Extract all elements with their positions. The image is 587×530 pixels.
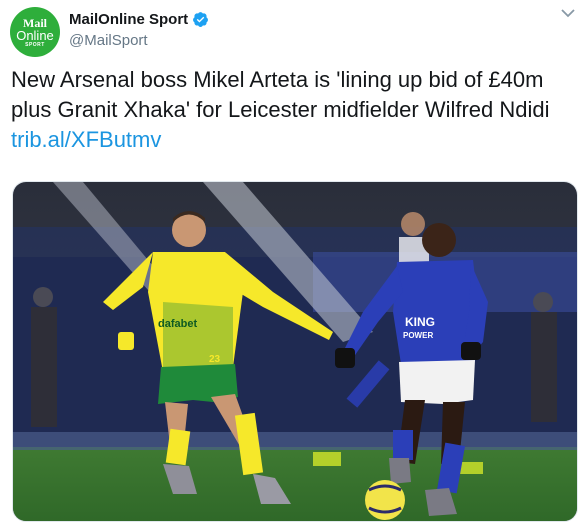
- pitch: [13, 447, 577, 521]
- avatar-text-sport: SPORT: [25, 41, 45, 48]
- caret-down-icon[interactable]: [561, 8, 575, 18]
- tweet-photo[interactable]: dafabet 23 KING POWER: [12, 181, 578, 522]
- handle[interactable]: @MailSport: [69, 32, 209, 49]
- norwich-shirt-number: 23: [209, 354, 221, 365]
- norwich-sponsor-text: dafabet: [158, 318, 197, 330]
- football: [365, 480, 405, 520]
- tweet-body: New Arsenal boss Mikel Arteta is 'lining…: [11, 67, 550, 122]
- leicester-sponsor-line2: POWER: [403, 331, 433, 340]
- display-name-row: MailOnline Sport: [69, 9, 209, 29]
- avatar[interactable]: Mail Online SPORT: [10, 7, 60, 57]
- tweet-link[interactable]: trib.al/XFButmv: [11, 125, 581, 155]
- avatar-text-online: Online: [16, 27, 54, 43]
- tweet-card[interactable]: Mail Online SPORT MailOnline Sport @Mail…: [0, 0, 587, 530]
- leicester-sponsor-line1: KING: [405, 315, 435, 329]
- display-name[interactable]: MailOnline Sport: [69, 11, 188, 28]
- football-photo: dafabet 23 KING POWER: [13, 182, 577, 521]
- tweet-text: New Arsenal boss Mikel Arteta is 'lining…: [11, 65, 581, 155]
- avatar-text-mail: Mail: [23, 15, 47, 30]
- account-names: MailOnline Sport @MailSport: [69, 9, 209, 49]
- verified-badge-icon: [193, 11, 209, 27]
